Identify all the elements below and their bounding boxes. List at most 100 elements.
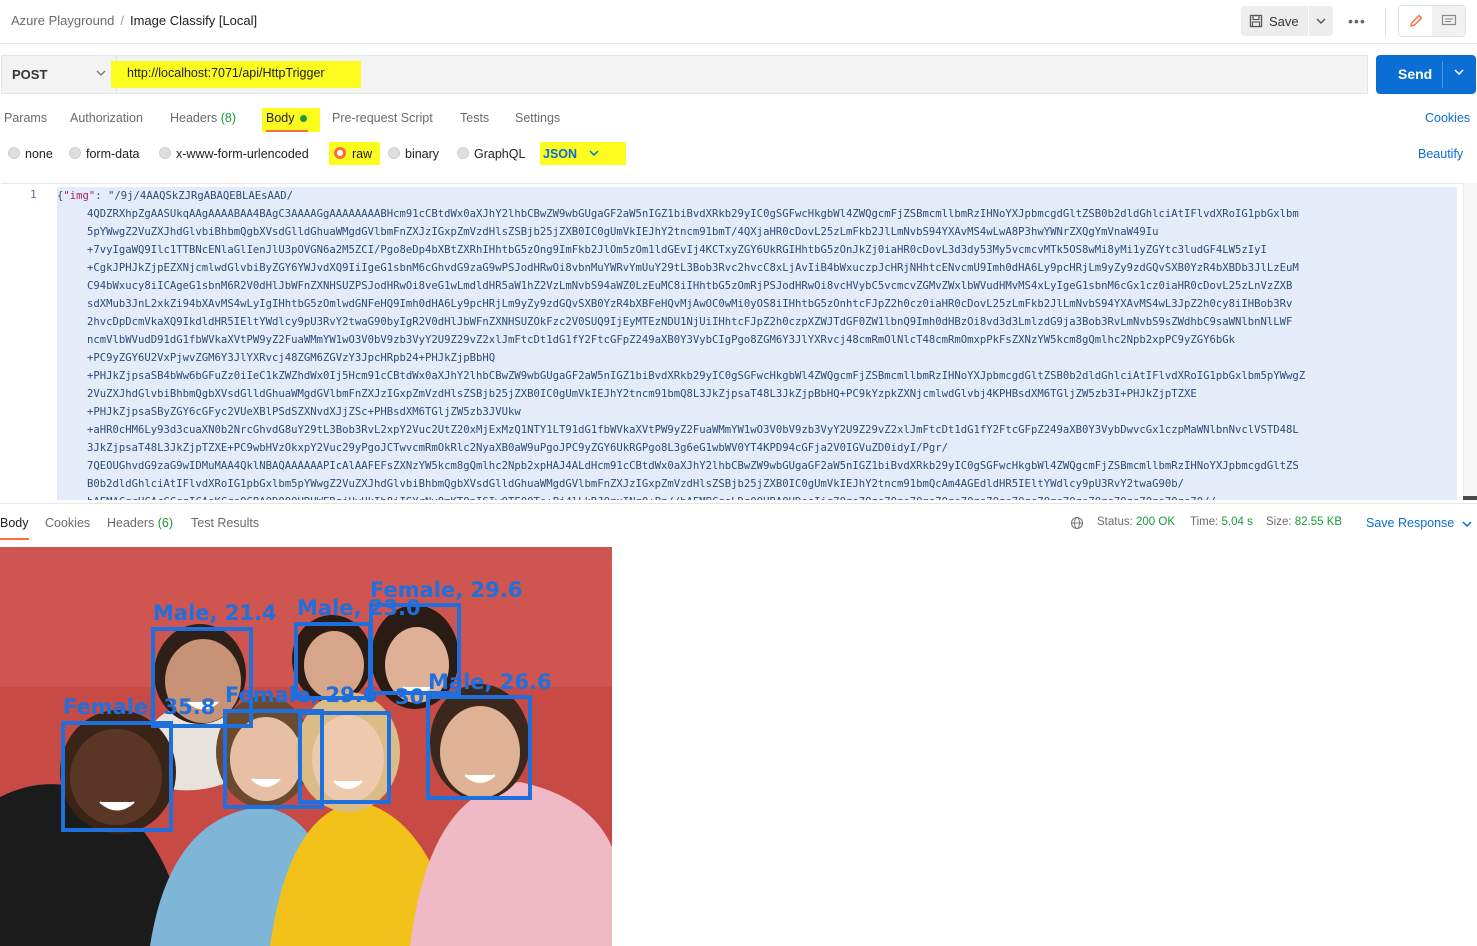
tab-tests[interactable]: Tests bbox=[460, 111, 489, 125]
chevron-down-icon bbox=[1454, 69, 1464, 76]
code-line: +7vyIgaWQ9Ilc1TTBNcENlaGlIenJlU3pOVGN6a2… bbox=[57, 241, 1457, 259]
tab-headers-label: Headers bbox=[170, 111, 218, 125]
code-line: 2hvcDpDcmVkaXQ9IkdldHR5IEltYWdlcy9pU3RvY… bbox=[57, 313, 1457, 331]
code-line: 5pYWwgZ2VuZXJhdGlvbiBhbmQgbXVsdGlldGhuaW… bbox=[57, 223, 1457, 241]
cookies-link[interactable]: Cookies bbox=[1425, 111, 1470, 125]
line-number: 1 bbox=[30, 188, 37, 201]
tab-body-underline bbox=[266, 130, 308, 132]
response-tab-cookies[interactable]: Cookies bbox=[45, 516, 90, 530]
more-options-button[interactable]: ••• bbox=[1345, 10, 1369, 32]
radio-raw[interactable] bbox=[334, 147, 346, 159]
radio-raw-label[interactable]: raw bbox=[352, 147, 372, 161]
detection-label: Female, 29.6 bbox=[370, 578, 522, 602]
code-line: 4QDZRXhpZgAASUkqAAgAAAABAA4BAgC3AAAAGgAA… bbox=[57, 205, 1457, 223]
code-editor[interactable]: 1 {"img": "/9j/4AAQSkZJRgABAQEBLAEsAAD/ … bbox=[1, 183, 1476, 500]
chevron-down-icon bbox=[96, 68, 106, 79]
comment-icon bbox=[1441, 14, 1456, 26]
detection-label: Female, 35.8 bbox=[63, 695, 215, 719]
response-tab-headers[interactable]: Headers (6) bbox=[107, 516, 173, 530]
code-line: C94bWxucy8iICAgeG1sbnM6R2V0dHlJbWFnZXNHS… bbox=[57, 277, 1457, 295]
editor-scrollbar[interactable] bbox=[1463, 183, 1477, 500]
code-line: B0b2dldGhlciAtIFlvdXRoIG1pbGxlbm5pYWwgZ2… bbox=[57, 475, 1457, 493]
globe-icon[interactable] bbox=[1070, 516, 1084, 533]
response-time: Time: 5.04 s bbox=[1190, 516, 1253, 528]
code-line: +CgkJPHJkZjpEZXNjcmlwdGlvbiByZGY6YWJvdXQ… bbox=[57, 259, 1457, 277]
radio-urlencoded[interactable] bbox=[159, 147, 171, 159]
save-response-button[interactable]: Save Response bbox=[1366, 516, 1472, 530]
radio-form-data[interactable] bbox=[69, 147, 81, 159]
top-bar: Azure Playground / Image Classify [Local… bbox=[0, 0, 1477, 44]
breadcrumb: Azure Playground / Image Classify [Local… bbox=[11, 13, 257, 28]
tab-settings[interactable]: Settings bbox=[515, 111, 560, 125]
save-icon bbox=[1249, 14, 1263, 28]
status-value: 200 OK bbox=[1136, 516, 1176, 528]
breadcrumb-workspace[interactable]: Azure Playground bbox=[11, 13, 114, 28]
radio-binary[interactable] bbox=[388, 147, 400, 159]
code-line: +aHR0cHM6Ly93d3cuaXN0b2NrcGhvdG8uY29tL3B… bbox=[57, 421, 1457, 439]
save-options-button[interactable] bbox=[1309, 6, 1333, 36]
face-detection-photo: Male, 21.4 Male, 23.0 Female, 29.6 Femal… bbox=[0, 547, 612, 946]
send-button[interactable]: Send bbox=[1376, 55, 1476, 94]
save-label: Save bbox=[1269, 13, 1299, 29]
response-tab-test-results[interactable]: Test Results bbox=[191, 516, 259, 530]
send-divider bbox=[1442, 61, 1443, 88]
radio-none[interactable] bbox=[8, 147, 20, 159]
code-line: 7QEOUGhvdG9zaG9wIDMuMAA4QklNBAQAAAAAAPIc… bbox=[57, 457, 1457, 475]
body-indicator-dot bbox=[300, 115, 307, 122]
response-size: Size: 82.55 KB bbox=[1266, 516, 1342, 528]
tab-body[interactable]: Body bbox=[266, 111, 295, 125]
json-key: "img" bbox=[63, 190, 96, 202]
radio-graphql-label[interactable]: GraphQL bbox=[474, 147, 525, 161]
edit-mode-button[interactable] bbox=[1399, 6, 1432, 36]
code-line: +PC9yZGY6U2VxPjwvZGM6Y3JlYXRvcj48ZGM6ZGV… bbox=[57, 349, 1457, 367]
response-status: Status: 200 OK bbox=[1097, 516, 1175, 528]
code-line: ncmVlbWVudD91dG1fbWVkaXVtPW9yZ2FuaWMmYW1… bbox=[57, 331, 1457, 349]
send-options-button[interactable] bbox=[1454, 67, 1464, 78]
code-line: bAEMACgcHCAcGCgqICAsKCgsOGBAODQ0OHRUWERg… bbox=[57, 493, 1457, 500]
response-tab-body[interactable]: Body bbox=[0, 516, 29, 530]
code-line: +PHJkZjpsaSByZGY6cGFyc2VUeXBlPSdSZXNvdXJ… bbox=[57, 403, 1457, 421]
breadcrumb-request[interactable]: Image Classify [Local] bbox=[130, 13, 257, 28]
detection-label: 30 bbox=[395, 685, 424, 709]
chevron-down-icon[interactable] bbox=[589, 148, 599, 158]
divider bbox=[0, 503, 1477, 504]
detection-label: Male, 26.6 bbox=[428, 670, 552, 694]
code-content[interactable]: {"img": "/9j/4AAQSkZJRgABAQEBLAEsAAD/ 4Q… bbox=[57, 187, 1457, 500]
radio-graphql[interactable] bbox=[457, 147, 469, 159]
radio-none-label[interactable]: none bbox=[25, 147, 53, 161]
tab-headers-count: (8) bbox=[220, 111, 237, 125]
beautify-link[interactable]: Beautify bbox=[1418, 147, 1463, 161]
editor-scrollbar-thumb[interactable] bbox=[1463, 496, 1477, 500]
code-line: 2VuZXJhdGlvbiBhbmQgbXVsdGlldGhuaWMgdGVlb… bbox=[57, 385, 1457, 403]
format-select[interactable]: JSON bbox=[543, 147, 577, 161]
send-label: Send bbox=[1398, 66, 1433, 82]
response-headers-label: Headers bbox=[107, 516, 155, 530]
chevron-down-icon bbox=[1316, 18, 1326, 24]
radio-binary-label[interactable]: binary bbox=[405, 147, 439, 161]
status-label: Status: bbox=[1097, 516, 1133, 528]
tab-params[interactable]: Params bbox=[4, 111, 47, 125]
json-value-start: "/9j/4AAQSkZJRgABAQEBLAEsAAD/ bbox=[108, 190, 294, 202]
comments-mode-button[interactable] bbox=[1432, 6, 1465, 36]
method-value: POST bbox=[12, 67, 48, 82]
size-value: 82.55 KB bbox=[1294, 516, 1343, 528]
code-line: 3JkZjpsaT48L3JkZjpTZXE+PC9wbHVzOkxpY2Vuc… bbox=[57, 439, 1457, 457]
size-label: Size: bbox=[1266, 516, 1292, 528]
response-headers-count: (6) bbox=[157, 516, 174, 530]
tab-authorization[interactable]: Authorization bbox=[70, 111, 143, 125]
code-line: {"img": "/9j/4AAQSkZJRgABAQEBLAEsAAD/ bbox=[57, 187, 1457, 205]
response-tab-body-underline bbox=[0, 538, 29, 540]
chevron-down-icon bbox=[1462, 521, 1472, 528]
code-line: sdXMub3JnL2xkZi94bXAvMS4wLyIgIHhtbG5zOml… bbox=[57, 295, 1457, 313]
mode-toggle bbox=[1398, 5, 1466, 37]
tab-prerequest-script[interactable]: Pre-request Script bbox=[332, 111, 433, 125]
radio-form-data-label[interactable]: form-data bbox=[86, 147, 140, 161]
detection-label: Female, 29.6 bbox=[225, 683, 377, 707]
method-select[interactable]: POST bbox=[1, 55, 116, 94]
response-image: Male, 21.4 Male, 23.0 Female, 29.6 Femal… bbox=[0, 547, 612, 946]
radio-urlencoded-label[interactable]: x-www-form-urlencoded bbox=[176, 147, 309, 161]
url-value[interactable]: http://localhost:7071/api/HttpTrigger bbox=[127, 66, 325, 80]
tab-headers[interactable]: Headers (8) bbox=[170, 111, 236, 125]
detection-label: Male, 21.4 bbox=[153, 601, 277, 625]
save-button[interactable]: Save bbox=[1241, 6, 1308, 36]
